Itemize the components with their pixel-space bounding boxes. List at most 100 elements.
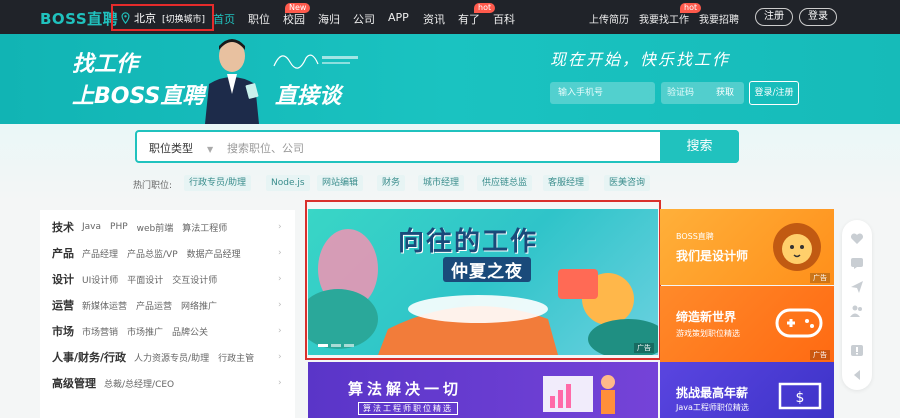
signature-image xyxy=(273,54,358,69)
hot-tag[interactable]: 供应链总监 xyxy=(477,175,533,191)
city-selector[interactable]: 北京 [切换城市] xyxy=(120,10,205,26)
category-row-marketing[interactable]: 市场 市场营销 市场推广 品牌公关 xyxy=(52,322,217,340)
category-item[interactable]: 算法工程师 xyxy=(182,221,227,234)
hot-tag[interactable]: 网站编辑 xyxy=(317,175,364,191)
ad-label: 广告 xyxy=(810,273,830,283)
carousel-dot[interactable] xyxy=(318,344,328,347)
nav-app[interactable]: APP xyxy=(388,11,409,24)
search-button[interactable]: 搜索 xyxy=(660,130,739,163)
nav-campus[interactable]: 校园 xyxy=(283,11,305,27)
category-item[interactable]: 平面设计 xyxy=(127,273,163,286)
location-pin-icon xyxy=(121,12,130,24)
category-item[interactable]: 产品经理 xyxy=(82,247,118,260)
register-button[interactable]: 注册 xyxy=(755,8,793,26)
category-title: 运营 xyxy=(52,299,74,312)
nav-youle[interactable]: 有了 xyxy=(458,11,480,27)
category-item[interactable]: 产品运营 xyxy=(136,299,172,312)
promo-carousel[interactable]: 向往的工作 仲夏之夜 广告 xyxy=(308,209,658,355)
hot-tag[interactable]: Node.js xyxy=(266,175,310,191)
get-code-button[interactable]: 获取 xyxy=(716,82,734,104)
carousel-dot[interactable] xyxy=(344,344,354,347)
hot-tag[interactable]: 医美咨询 xyxy=(604,175,651,191)
chevron-right-icon: › xyxy=(278,300,282,310)
algorithm-banner[interactable]: 算法解决一切 算法工程师职位精选 xyxy=(308,362,658,418)
nav-home[interactable]: 首页 xyxy=(213,11,235,27)
job-type-dropdown[interactable]: 职位类型 ▼ xyxy=(149,140,213,156)
category-item[interactable]: web前端 xyxy=(137,221,174,234)
carousel-dots[interactable] xyxy=(318,344,357,347)
nav-news[interactable]: 资讯 xyxy=(423,11,445,27)
money-icon: $ xyxy=(778,382,822,410)
nav-company[interactable]: 公司 xyxy=(353,11,375,27)
salary-card[interactable]: 挑战最高年薪 Java工程师职位精选 $ xyxy=(660,362,834,418)
nav-jobs[interactable]: 职位 xyxy=(248,11,270,27)
category-row-product[interactable]: 产品 产品经理 产品总监/VP 数据产品经理 xyxy=(52,244,250,262)
game-card[interactable]: 缔造新世界 游戏策划职位精选 广告 xyxy=(660,286,834,362)
hot-jobs-label: 热门职位: xyxy=(133,181,173,191)
login-register-button[interactable]: 登录/注册 xyxy=(749,81,799,105)
chevron-right-icon: › xyxy=(278,248,282,258)
ad-label: 广告 xyxy=(634,343,654,353)
search-input[interactable]: 搜索职位、公司 xyxy=(227,140,304,156)
category-item[interactable]: 数据产品经理 xyxy=(187,247,241,260)
category-item[interactable]: 新媒体运营 xyxy=(82,299,127,312)
category-title: 市场 xyxy=(52,325,74,338)
boss-logo[interactable]: BOSS直聘 xyxy=(40,8,118,29)
category-item[interactable]: 总裁/总经理/CEO xyxy=(104,377,174,390)
chevron-right-icon: › xyxy=(278,352,282,362)
heart-icon[interactable] xyxy=(850,232,864,246)
card-subtitle: 游戏策划职位精选 xyxy=(676,329,740,338)
algorithm-title: 算法解决一切 xyxy=(348,380,463,398)
category-row-design[interactable]: 设计 UI设计师 平面设计 交互设计师 xyxy=(52,270,226,288)
category-title: 产品 xyxy=(52,247,74,260)
designer-card[interactable]: BOSS直聘 我们是设计师 广告 xyxy=(660,209,834,285)
category-row-tech[interactable]: 技术 Java PHP web前端 算法工程师 xyxy=(52,218,236,236)
banner-line1: 找工作 xyxy=(72,52,139,77)
category-item[interactable]: 人力资源专员/助理 xyxy=(134,351,209,364)
category-item[interactable]: 品牌公关 xyxy=(172,325,208,338)
upload-resume-link[interactable]: 上传简历 xyxy=(589,11,629,26)
category-title: 高级管理 xyxy=(52,377,96,390)
category-item[interactable]: UI设计师 xyxy=(82,273,118,286)
nav-wiki[interactable]: 百科 xyxy=(493,11,515,27)
job-category-panel: 技术 Java PHP web前端 算法工程师 › 产品 产品经理 产品总监/V… xyxy=(40,210,295,418)
hot-tag[interactable]: 行政专员/助理 xyxy=(184,175,252,191)
chevron-right-icon: › xyxy=(278,378,282,388)
category-row-hr-finance[interactable]: 人事/财务/行政 人力资源专员/助理 行政主管 xyxy=(52,348,263,366)
category-item[interactable]: 产品总监/VP xyxy=(127,247,178,260)
hot-tag[interactable]: 城市经理 xyxy=(418,175,465,191)
hot-badge: hot xyxy=(474,3,496,13)
card-title: 我们是设计师 xyxy=(676,249,749,263)
category-title: 技术 xyxy=(52,221,74,234)
category-row-management[interactable]: 高级管理 总裁/总经理/CEO xyxy=(52,374,183,392)
collapse-icon[interactable] xyxy=(850,368,864,382)
category-item[interactable]: Java xyxy=(82,222,101,232)
city-switch-link[interactable]: [切换城市] xyxy=(162,12,205,25)
feedback-icon[interactable] xyxy=(850,344,864,358)
category-title: 人事/财务/行政 xyxy=(52,351,127,364)
category-item[interactable]: 市场推广 xyxy=(127,325,163,338)
category-item[interactable]: PHP xyxy=(110,222,128,232)
phone-input[interactable]: 输入手机号 xyxy=(550,82,655,104)
chat-icon[interactable] xyxy=(850,256,864,270)
send-icon[interactable] xyxy=(850,280,864,294)
users-icon[interactable] xyxy=(850,304,864,318)
card-subtitle: Java工程师职位精选 xyxy=(676,403,749,412)
category-item[interactable]: 交互设计师 xyxy=(172,273,217,286)
recruit-link[interactable]: 我要招聘 xyxy=(699,11,739,26)
top-navbar: BOSS直聘 北京 [切换城市] 首页 职位 校园 New 海归 公司 APP … xyxy=(0,0,900,34)
hot-tag[interactable]: 客服经理 xyxy=(543,175,590,191)
hot-tag[interactable]: 财务 xyxy=(377,175,406,191)
category-row-operations[interactable]: 运营 新媒体运营 产品运营 网络推广 xyxy=(52,296,226,314)
login-button[interactable]: 登录 xyxy=(799,8,837,26)
nav-overseas[interactable]: 海归 xyxy=(318,11,340,27)
promo-subtitle: 仲夏之夜 xyxy=(443,257,531,282)
find-job-link[interactable]: 我要找工作 xyxy=(639,11,689,26)
category-item[interactable]: 市场营销 xyxy=(82,325,118,338)
category-item[interactable]: 行政主管 xyxy=(218,351,254,364)
new-badge: New xyxy=(285,3,311,13)
verification-code-input[interactable]: 验证码 获取 xyxy=(661,82,744,104)
svg-text:$: $ xyxy=(796,390,805,406)
category-item[interactable]: 网络推广 xyxy=(181,299,217,312)
carousel-dot[interactable] xyxy=(331,344,341,347)
